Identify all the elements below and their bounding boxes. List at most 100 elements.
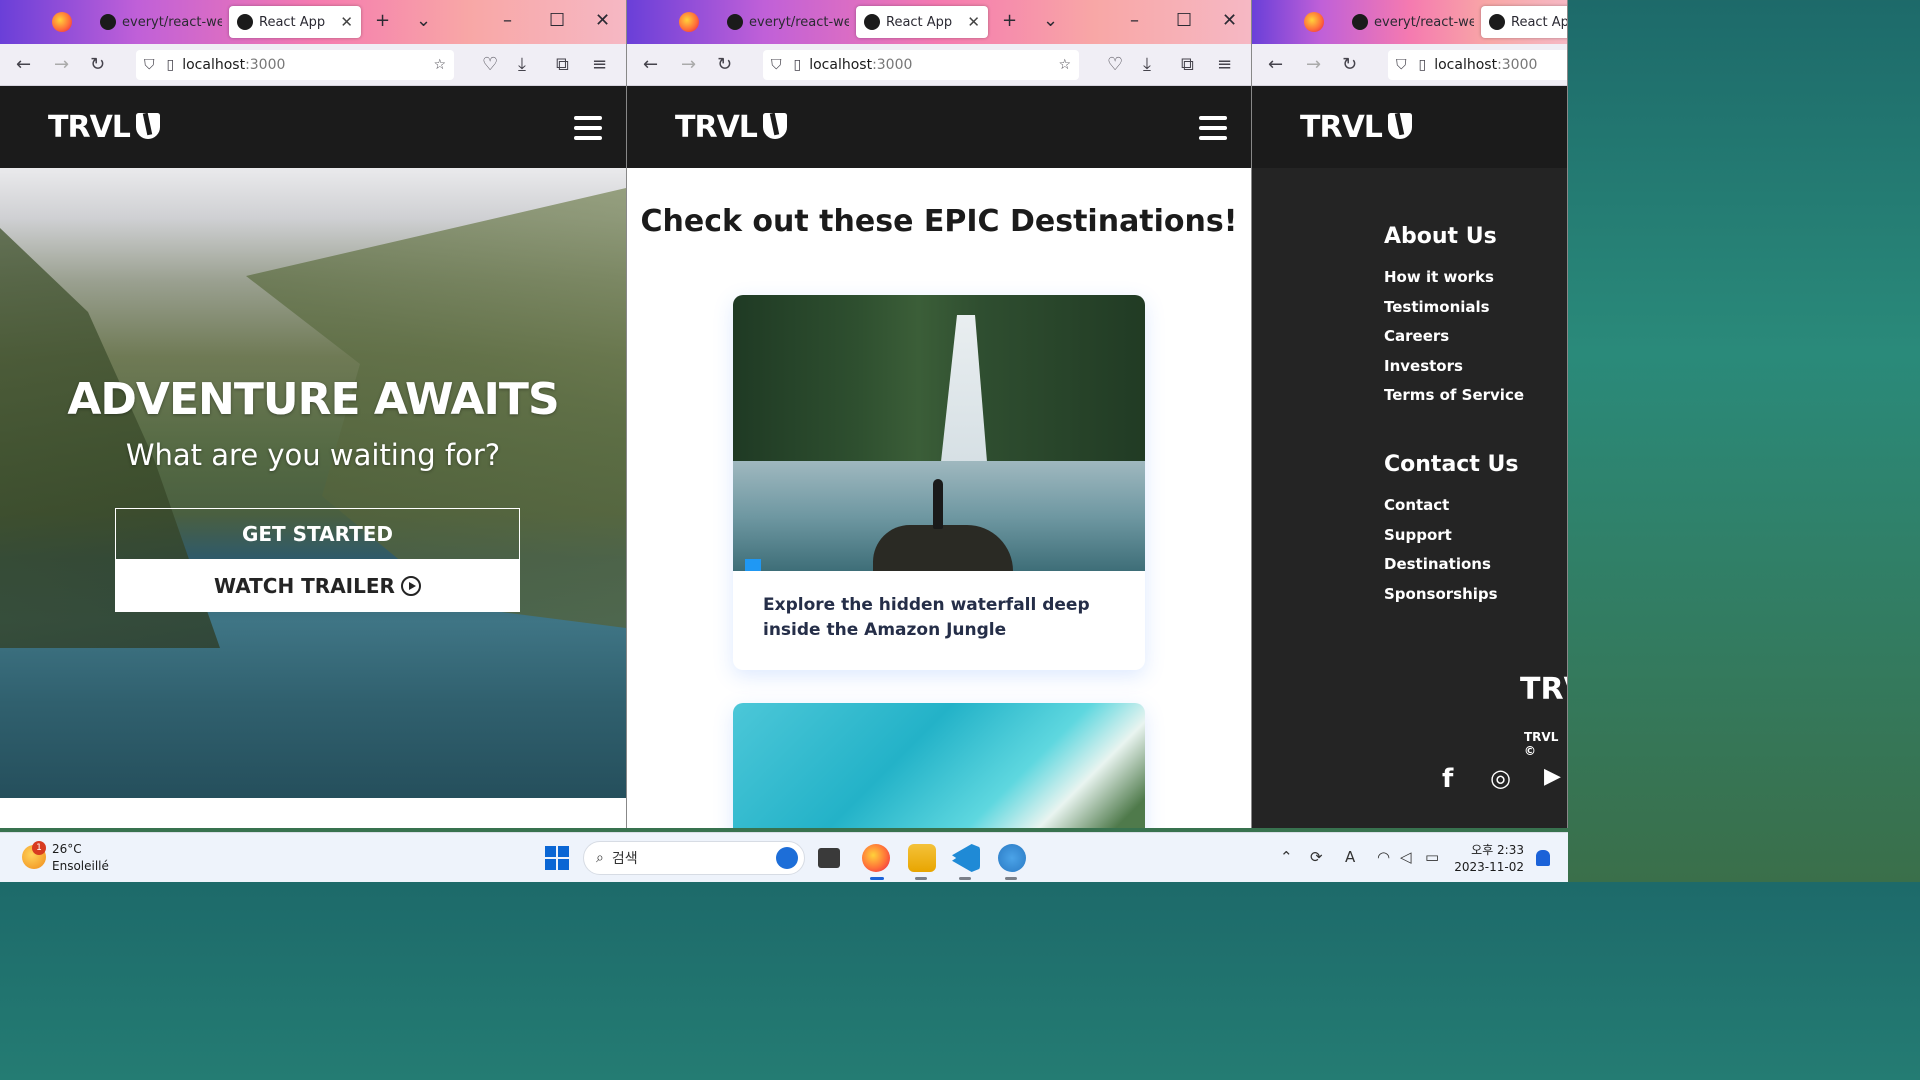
- page-content: TRVL Check out these EPIC Destinations! …: [627, 86, 1251, 828]
- bookmark-star-icon[interactable]: ☆: [433, 57, 446, 73]
- maximize-icon[interactable]: ☐: [549, 10, 565, 31]
- destination-card[interactable]: [733, 703, 1145, 828]
- footer-link-investors[interactable]: Investors: [1384, 357, 1463, 375]
- card-description: Explore the hidden waterfall deep inside…: [763, 595, 1090, 640]
- menu-icon[interactable]: ≡: [1217, 54, 1232, 75]
- forward-icon[interactable]: →: [681, 54, 696, 75]
- firefox-icon[interactable]: [52, 12, 72, 32]
- back-icon[interactable]: ←: [643, 54, 658, 75]
- forward-icon[interactable]: →: [54, 54, 69, 75]
- wifi-icon[interactable]: ◠: [1377, 848, 1390, 866]
- download-icon[interactable]: ⤓: [1143, 54, 1151, 75]
- tab-react-app[interactable]: React App: [1481, 6, 1567, 38]
- footer-link-sponsorships[interactable]: Sponsorships: [1384, 585, 1498, 603]
- pocket-icon[interactable]: ♡: [1107, 54, 1123, 75]
- globe-app-icon[interactable]: [998, 844, 1026, 872]
- menu-icon[interactable]: ≡: [592, 54, 607, 75]
- chevron-up-icon[interactable]: ⌃: [1280, 848, 1293, 866]
- shield-icon[interactable]: ⛉: [1396, 57, 1407, 73]
- footer-link-how-it-works[interactable]: How it works: [1384, 268, 1494, 286]
- close-tab-icon[interactable]: ✕: [332, 13, 361, 31]
- footer-copyright: TRVL ©: [1524, 730, 1559, 758]
- nav-bar: ← → ↻ ⛉ ▯ localhost:3000 ☆ ♡ ⤓ ⧉ ≡: [627, 44, 1251, 86]
- start-menu-icon[interactable]: [545, 846, 569, 870]
- download-icon[interactable]: ⤓: [518, 54, 526, 75]
- footer-link-destinations[interactable]: Destinations: [1384, 555, 1491, 573]
- system-clock[interactable]: 오후 2:33 2023-11-02: [1454, 842, 1524, 876]
- new-tab-icon[interactable]: +: [375, 10, 390, 31]
- firefox-icon[interactable]: [679, 12, 699, 32]
- hamburger-menu-icon[interactable]: [1199, 116, 1227, 146]
- watch-trailer-button[interactable]: WATCH TRAILER: [115, 560, 520, 612]
- footer-link-testimonials[interactable]: Testimonials: [1384, 298, 1490, 316]
- weather-description[interactable]: Ensoleillé: [52, 859, 109, 873]
- taskbar-search[interactable]: ⌕ 검색: [583, 841, 805, 875]
- beach-aerial-image: [733, 703, 1145, 828]
- footer-link-contact[interactable]: Contact: [1384, 496, 1449, 514]
- extensions-icon[interactable]: ⧉: [556, 54, 569, 75]
- site-logo[interactable]: TRVL: [1300, 110, 1412, 145]
- play-circle-icon: [400, 576, 421, 596]
- task-view-icon[interactable]: [818, 848, 840, 868]
- reload-icon[interactable]: ↻: [1342, 54, 1357, 75]
- battery-icon[interactable]: ▭: [1425, 848, 1439, 866]
- footer-link-support[interactable]: Support: [1384, 526, 1452, 544]
- tab-github[interactable]: everyt/react-web: [1346, 6, 1474, 38]
- vscode-icon[interactable]: [952, 844, 980, 872]
- firefox-taskbar-icon[interactable]: [862, 844, 890, 872]
- site-logo[interactable]: TRVL: [675, 110, 787, 145]
- shield-icon[interactable]: ⛉: [771, 57, 782, 73]
- bookmark-star-icon[interactable]: ☆: [1058, 57, 1071, 73]
- forward-icon[interactable]: →: [1306, 54, 1321, 75]
- footer-link-careers[interactable]: Careers: [1384, 327, 1449, 345]
- extensions-icon[interactable]: ⧉: [1181, 54, 1194, 75]
- tab-react-app[interactable]: React App ✕: [229, 6, 361, 38]
- volume-icon[interactable]: ◁: [1400, 848, 1412, 866]
- instagram-icon[interactable]: ◎: [1490, 764, 1511, 792]
- reload-icon[interactable]: ↻: [717, 54, 732, 75]
- search-icon: ⌕: [596, 850, 604, 866]
- react-app-icon: [864, 14, 880, 30]
- notification-bell-icon[interactable]: [1536, 850, 1550, 866]
- facebook-icon[interactable]: f: [1442, 764, 1453, 794]
- reload-icon[interactable]: ↻: [90, 54, 105, 75]
- pocket-icon[interactable]: ♡: [482, 54, 498, 75]
- github-icon: [727, 14, 743, 30]
- youtube-icon[interactable]: ▶: [1544, 764, 1561, 789]
- back-icon[interactable]: ←: [1268, 54, 1283, 75]
- url-bar[interactable]: ⛉ ▯ localhost:3000: [1388, 50, 1567, 80]
- get-started-button[interactable]: GET STARTED: [115, 508, 520, 560]
- shield-logo-icon: [762, 113, 787, 139]
- tab-list-icon[interactable]: ⌄: [1043, 10, 1058, 31]
- url-bar[interactable]: ⛉ ▯ localhost:3000 ☆: [763, 50, 1079, 80]
- destination-card[interactable]: Explore the hidden waterfall deep inside…: [733, 295, 1145, 670]
- firefox-icon[interactable]: [1304, 12, 1324, 32]
- sync-icon[interactable]: ⟳: [1310, 848, 1323, 866]
- back-icon[interactable]: ←: [16, 54, 31, 75]
- footer-link-terms[interactable]: Terms of Service: [1384, 386, 1524, 404]
- footer-logo[interactable]: TRV: [1520, 672, 1567, 707]
- tab-list-icon[interactable]: ⌄: [416, 10, 431, 31]
- close-window-icon[interactable]: ✕: [595, 10, 610, 31]
- input-language-icon[interactable]: A: [1345, 848, 1355, 866]
- tab-github[interactable]: everyt/react-web: [721, 6, 849, 38]
- url-bar[interactable]: ⛉ ▯ localhost:3000 ☆: [136, 50, 454, 80]
- file-explorer-icon[interactable]: [908, 844, 936, 872]
- maximize-icon[interactable]: ☐: [1176, 10, 1192, 31]
- tab-github[interactable]: everyt/react-web: [94, 6, 222, 38]
- weather-temperature[interactable]: 26°C: [52, 842, 82, 856]
- hamburger-menu-icon[interactable]: [574, 116, 602, 146]
- close-window-icon[interactable]: ✕: [1222, 10, 1237, 31]
- tab-react-app[interactable]: React App ✕: [856, 6, 988, 38]
- new-tab-icon[interactable]: +: [1002, 10, 1017, 31]
- browser-window-2: everyt/react-web React App ✕ + ⌄ – ☐ ✕ ←…: [627, 0, 1252, 828]
- react-app-icon: [1489, 14, 1505, 30]
- site-logo[interactable]: TRVL: [48, 110, 160, 145]
- category-label: [745, 559, 761, 571]
- close-tab-icon[interactable]: ✕: [959, 13, 988, 31]
- bing-icon[interactable]: [776, 847, 798, 869]
- shield-icon[interactable]: ⛉: [144, 57, 155, 73]
- minimize-icon[interactable]: –: [1130, 10, 1139, 31]
- page-icon: ▯: [166, 57, 175, 73]
- minimize-icon[interactable]: –: [503, 10, 512, 31]
